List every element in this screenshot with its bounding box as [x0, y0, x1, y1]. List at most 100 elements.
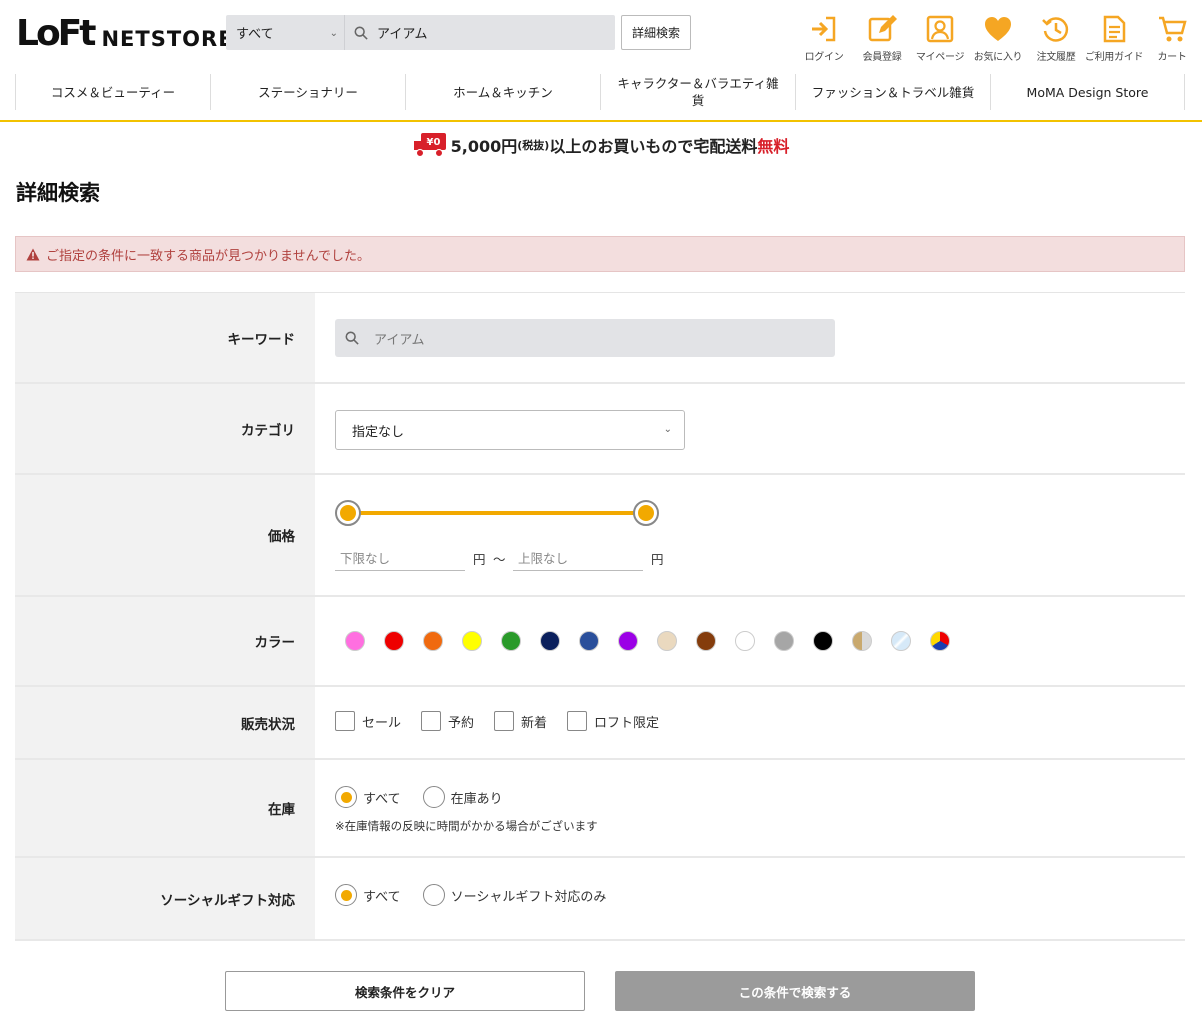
guide-link[interactable]: ご利用ガイド	[1085, 14, 1143, 63]
keyword-label: キーワード	[15, 293, 315, 382]
color-swatch-gold[interactable]	[852, 631, 872, 651]
color-swatch-purple[interactable]	[618, 631, 638, 651]
category-nav: コスメ＆ビューティー ステーショナリー ホーム＆キッチン キャラクター＆バラエテ…	[15, 74, 1185, 110]
history-icon	[1042, 17, 1069, 42]
price-min-unit: 円	[473, 552, 486, 567]
search-submit-button[interactable]: この条件で検索する	[615, 971, 975, 1011]
radio-label: ソーシャルギフト対応のみ	[450, 889, 607, 905]
category-label: カテゴリ	[15, 384, 315, 473]
order-history-label: 注文履歴	[1036, 52, 1076, 63]
zero-yen-badge: ¥0	[426, 137, 440, 148]
cart-label: カート	[1157, 52, 1187, 63]
alert-message: ご指定の条件に一致する商品が見つかりませんでした。	[46, 248, 370, 264]
price-slider-min-handle[interactable]	[335, 500, 361, 526]
social-gift-label: ソーシャルギフト対応	[15, 858, 315, 939]
warning-icon	[26, 248, 40, 260]
stock-note: ※在庫情報の反映に時間がかかる場合がございます	[335, 819, 598, 833]
chevron-down-icon: ⌄	[329, 28, 338, 39]
promo-tax: (税抜)	[517, 139, 550, 152]
cart-link[interactable]: カート	[1143, 14, 1201, 63]
nav-item-cosme[interactable]: コスメ＆ビューティー	[15, 74, 210, 110]
color-swatch-pink[interactable]	[345, 631, 365, 651]
favorites-label: お気に入り	[973, 52, 1023, 63]
checkbox-loft-limited[interactable]: ロフト限定	[567, 711, 659, 731]
stock-row: 在庫 すべて 在庫あり ※在庫情報の反映に時間がかかる場合がございます	[15, 760, 1185, 858]
social-gift-options: すべて ソーシャルギフト対応のみ	[335, 884, 628, 906]
price-min-input[interactable]: 下限なし	[335, 545, 465, 571]
color-swatch-beige[interactable]	[657, 631, 677, 651]
keyword-input[interactable]: アイアム	[335, 319, 835, 357]
search-icon	[345, 331, 359, 345]
checkbox-reserve[interactable]: 予約	[421, 711, 474, 731]
chevron-down-icon: ⌄	[663, 424, 672, 435]
color-row: カラー	[15, 597, 1185, 687]
color-swatch-yellow[interactable]	[462, 631, 482, 651]
checkbox-label: 予約	[448, 715, 475, 731]
checkbox-label: 新着	[521, 715, 548, 731]
price-max-input[interactable]: 上限なし	[513, 545, 643, 571]
color-swatch-gray[interactable]	[774, 631, 794, 651]
radio-label: すべて	[363, 791, 401, 807]
radio-stock-all[interactable]: すべて	[335, 786, 401, 808]
color-swatch-blue[interactable]	[579, 631, 599, 651]
site-logo[interactable]: LoFt NETSTORE	[16, 16, 234, 52]
sales-status-row: 販売状況 セール 予約 新着 ロフト限定	[15, 687, 1185, 760]
color-label: カラー	[15, 597, 315, 685]
price-label: 価格	[15, 475, 315, 595]
category-select[interactable]: 指定なし ⌄	[335, 410, 685, 450]
color-swatch-brown[interactable]	[696, 631, 716, 651]
checkbox-sale[interactable]: セール	[335, 711, 401, 731]
nav-item-stationery[interactable]: ステーショナリー	[210, 74, 405, 110]
truck-icon: ¥0	[413, 133, 446, 157]
order-history-link[interactable]: 注文履歴	[1027, 14, 1085, 63]
sales-status-label: 販売状況	[15, 687, 315, 758]
price-slider-max-handle[interactable]	[633, 500, 659, 526]
login-icon	[812, 16, 836, 42]
nav-item-fashion-travel[interactable]: ファッション＆トラベル雑貨	[795, 74, 990, 110]
color-swatch-list	[345, 631, 969, 651]
header-search-input[interactable]: アイアム	[377, 23, 427, 42]
register-link[interactable]: 会員登録	[853, 14, 911, 63]
free-shipping-banner[interactable]: ¥0 5,000円 (税抜) 以上のお買いもので宅配送料 無料	[0, 130, 1202, 160]
color-swatch-white[interactable]	[735, 631, 755, 651]
social-gift-row: ソーシャルギフト対応 すべて ソーシャルギフト対応のみ	[15, 858, 1185, 941]
clear-conditions-button[interactable]: 検索条件をクリア	[225, 971, 585, 1011]
advanced-search-button[interactable]: 詳細検索	[621, 15, 691, 50]
header-search-bar: すべて ⌄ アイアム	[226, 15, 615, 50]
cart-icon	[1159, 16, 1187, 42]
color-swatch-orange[interactable]	[423, 631, 443, 651]
radio-dot	[422, 786, 445, 808]
favorites-link[interactable]: お気に入り	[969, 14, 1027, 63]
color-swatch-green[interactable]	[501, 631, 521, 651]
search-scope-value: すべて	[236, 27, 274, 42]
header-icon-menu: ログイン 会員登録 マイページ お気に入り 注文履歴 ご利用ガイド カート	[795, 14, 1201, 63]
search-scope-select[interactable]: すべて ⌄	[226, 15, 345, 50]
nav-item-home-kitchen[interactable]: ホーム＆キッチン	[405, 74, 600, 110]
nav-item-character-variety[interactable]: キャラクター＆バラエティ雑貨	[600, 74, 795, 110]
nav-item-moma[interactable]: MoMA Design Store	[990, 74, 1185, 110]
radio-stock-available[interactable]: 在庫あり	[422, 786, 503, 808]
color-swatch-navy[interactable]	[540, 631, 560, 651]
radio-dot	[335, 884, 357, 906]
login-link[interactable]: ログイン	[795, 14, 853, 63]
site-header: LoFt NETSTORE すべて ⌄ アイアム 詳細検索 ログイン 会員登録 …	[0, 0, 1202, 122]
price-slider-track	[347, 511, 647, 515]
checkbox-new[interactable]: 新着	[494, 711, 547, 731]
checkbox-box	[494, 711, 515, 731]
radio-gift-all[interactable]: すべて	[335, 884, 401, 906]
stock-label: 在庫	[15, 760, 315, 856]
guide-label: ご利用ガイド	[1084, 52, 1144, 63]
mypage-link[interactable]: マイページ	[911, 14, 969, 63]
heart-icon	[985, 17, 1011, 41]
category-row: カテゴリ 指定なし ⌄	[15, 384, 1185, 475]
color-swatch-black[interactable]	[813, 631, 833, 651]
login-label: ログイン	[804, 52, 844, 63]
color-swatch-multi[interactable]	[930, 631, 950, 651]
promo-free: 無料	[757, 137, 790, 156]
price-row: 価格 下限なし 円 ～ 上限なし 円	[15, 475, 1185, 597]
radio-gift-only[interactable]: ソーシャルギフト対応のみ	[422, 884, 607, 906]
color-swatch-clear[interactable]	[891, 631, 911, 651]
radio-dot	[422, 884, 445, 906]
color-swatch-red[interactable]	[384, 631, 404, 651]
category-value: 指定なし	[352, 424, 405, 440]
